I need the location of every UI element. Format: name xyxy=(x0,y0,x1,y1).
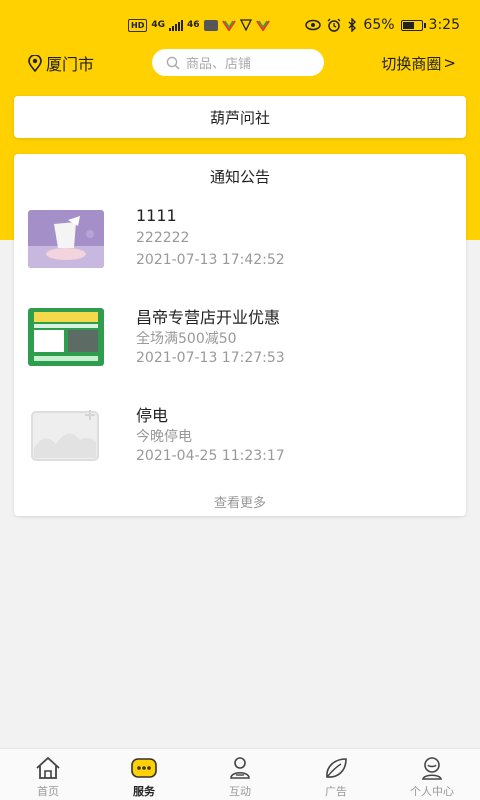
leaf-icon xyxy=(326,758,347,778)
location-pin-icon xyxy=(28,54,42,72)
tab-label: 广告 xyxy=(325,785,347,798)
notice-card: 通知公告 1111 222222 2021-07-13 17:42:52 昌帝专… xyxy=(14,154,466,516)
tab-profile[interactable]: 个人中心 xyxy=(384,749,480,800)
signal-icon xyxy=(169,19,183,31)
battery-fill xyxy=(402,21,414,29)
product-photo-icon xyxy=(28,210,104,268)
notice-item[interactable]: 昌帝专营店开业优惠 全场满500减50 2021-07-13 17:27:53 xyxy=(28,304,452,380)
notice-item-date: 2021-07-13 17:42:52 xyxy=(136,252,285,268)
profile-icon xyxy=(422,757,442,780)
notice-item-title: 1111 xyxy=(136,206,177,225)
tab-label: 首页 xyxy=(37,785,59,798)
promo-poster-icon xyxy=(28,308,104,366)
search-placeholder: 商品、店铺 xyxy=(186,57,252,72)
shield-icon xyxy=(239,19,252,31)
wifi-icon xyxy=(203,19,218,31)
community-card[interactable]: 葫芦问社 xyxy=(14,96,466,138)
image-placeholder-icon xyxy=(28,406,104,464)
see-more-link[interactable]: 查看更多 xyxy=(14,492,466,511)
notice-item[interactable]: 停电 今晚停电 2021-04-25 11:23:17 xyxy=(28,402,452,478)
notice-item-date: 2021-04-25 11:23:17 xyxy=(136,448,285,464)
tab-label: 互动 xyxy=(229,785,251,798)
notice-item[interactable]: 1111 222222 2021-07-13 17:42:52 xyxy=(28,206,452,282)
status-bar: HD 4G 46 65% 3:25 xyxy=(0,0,480,50)
service-icon xyxy=(131,758,157,778)
tab-home[interactable]: 首页 xyxy=(0,749,96,800)
home-icon xyxy=(36,756,60,779)
search-icon xyxy=(166,56,180,70)
notice-item-title: 昌帝专营店开业优惠 xyxy=(136,308,281,327)
tab-label: 服务 xyxy=(133,785,155,798)
battery-icon xyxy=(400,19,426,31)
notice-item-subtitle: 222222 xyxy=(136,230,190,246)
app-notification-icon xyxy=(221,20,236,31)
notice-section-title: 通知公告 xyxy=(209,168,270,186)
network-type-2: 46 xyxy=(187,20,200,30)
community-name: 葫芦问社 xyxy=(209,108,270,127)
city-name: 厦门市 xyxy=(46,55,95,74)
clock: 3:25 xyxy=(428,17,460,33)
notice-item-date: 2021-07-13 17:27:53 xyxy=(136,350,285,366)
bluetooth-icon xyxy=(348,18,357,32)
status-right-icons: 65% 3:25 xyxy=(305,17,460,33)
tab-interact[interactable]: 互动 xyxy=(192,749,288,800)
tab-label: 个人中心 xyxy=(410,785,454,798)
hd-badge: HD xyxy=(128,18,148,32)
notice-item-subtitle: 今晚停电 xyxy=(136,429,192,445)
eye-icon xyxy=(305,19,322,31)
chevron-right-icon: > xyxy=(443,54,456,72)
bottom-tab-bar: 首页 服务 互动 广告 个人中心 xyxy=(0,748,480,800)
city-selector[interactable]: 厦门市 xyxy=(28,51,94,75)
switch-label: 切换商圈 xyxy=(381,54,442,73)
search-input[interactable]: 商品、店铺 xyxy=(152,49,324,76)
interact-icon xyxy=(230,757,250,779)
tab-ads[interactable]: 广告 xyxy=(288,749,384,800)
notice-item-title: 停电 xyxy=(136,406,169,425)
app-notification-icon-2 xyxy=(255,20,270,31)
network-type: 4G xyxy=(151,20,165,30)
tab-service[interactable]: 服务 xyxy=(96,749,192,800)
battery-percent: 65% xyxy=(363,17,395,33)
status-left-icons: HD 4G 46 xyxy=(128,18,270,32)
top-header: 厦门市 商品、店铺 切换商圈 > xyxy=(0,46,480,80)
alarm-icon xyxy=(327,18,341,32)
switch-business-area-button[interactable]: 切换商圈 > xyxy=(381,53,456,74)
notice-item-subtitle: 全场满500减50 xyxy=(136,331,237,347)
